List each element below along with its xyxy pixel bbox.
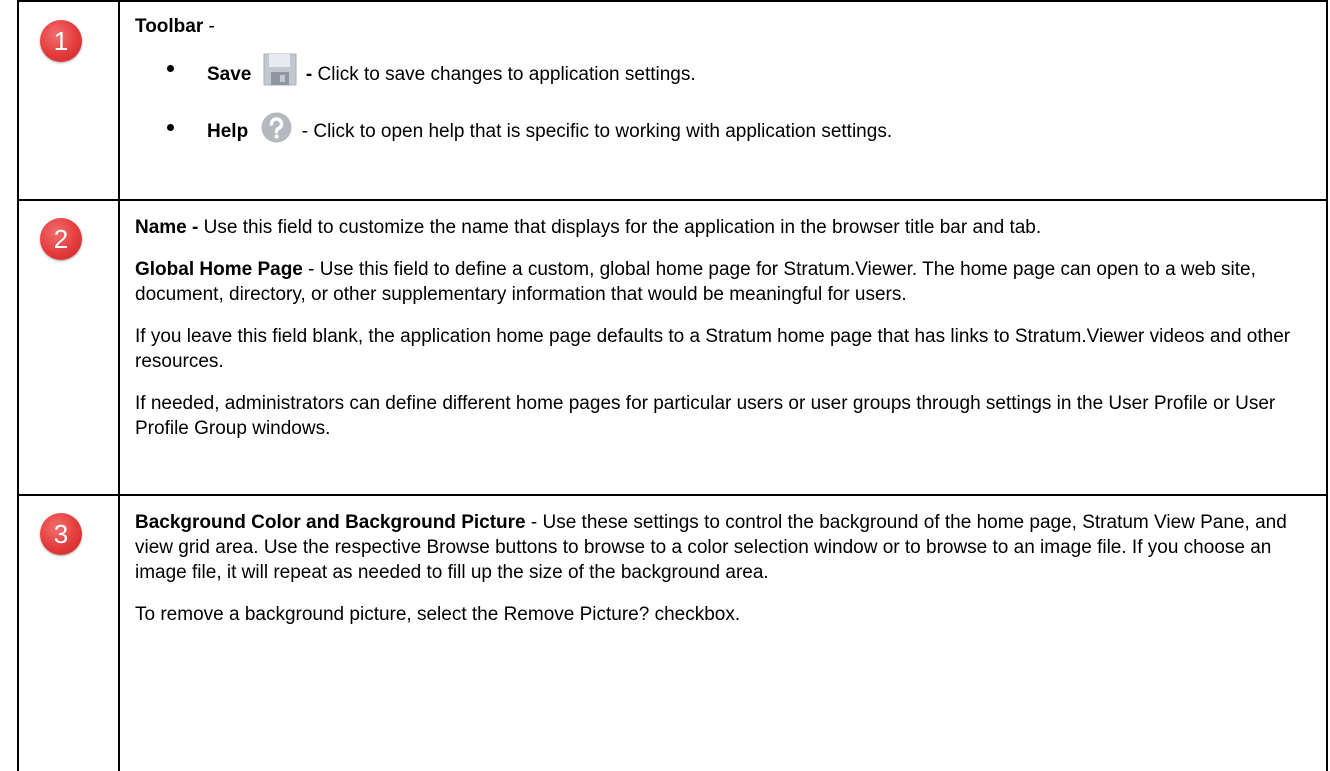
row-content: Name - Use this field to customize the n… — [120, 201, 1326, 494]
save-icon — [263, 53, 297, 86]
callout-cell: 1 — [19, 2, 120, 199]
list-item: Help - Click to open help that is specif… — [135, 112, 1312, 147]
row-content: Background Color and Background Picture … — [120, 496, 1326, 771]
section-title: Toolbar — [135, 16, 204, 37]
paragraph: If you leave this field blank, the appli… — [135, 326, 1291, 372]
callout-badge-3: 3 — [40, 513, 82, 555]
paragraph: Name - Use this field to customize the n… — [135, 217, 1042, 238]
table-row: 3 Background Color and Background Pictur… — [17, 496, 1328, 771]
settings-table: 1 Toolbar - Save - Click to save changes… — [17, 0, 1328, 771]
list-item: Save - Click to save changes to applicat… — [135, 53, 1312, 90]
table-row: 2 Name - Use this field to customize the… — [17, 201, 1328, 496]
bullet-icon — [167, 124, 174, 131]
paragraph: Background Color and Background Picture … — [135, 512, 1287, 583]
callout-badge-2: 2 — [40, 218, 82, 260]
row-content: Toolbar - Save - Click to save changes t… — [120, 2, 1326, 199]
table-row: 1 Toolbar - Save - Click to save changes… — [17, 0, 1328, 201]
save-description: Click to save changes to application set… — [317, 64, 696, 85]
help-icon — [261, 112, 292, 143]
help-description: Click to open help that is specific to w… — [313, 121, 893, 142]
callout-cell: 2 — [19, 201, 120, 494]
paragraph: To remove a background picture, select t… — [135, 604, 741, 625]
paragraph: If needed, administrators can define dif… — [135, 393, 1276, 439]
paragraph: Global Home Page - Use this field to def… — [135, 259, 1256, 305]
save-label: Save — [207, 64, 252, 85]
help-label: Help — [207, 121, 249, 142]
toolbar-list: Save - Click to save changes to applicat… — [135, 53, 1312, 147]
callout-badge-1: 1 — [40, 20, 82, 62]
bullet-icon — [167, 65, 174, 72]
callout-cell: 3 — [19, 496, 120, 771]
